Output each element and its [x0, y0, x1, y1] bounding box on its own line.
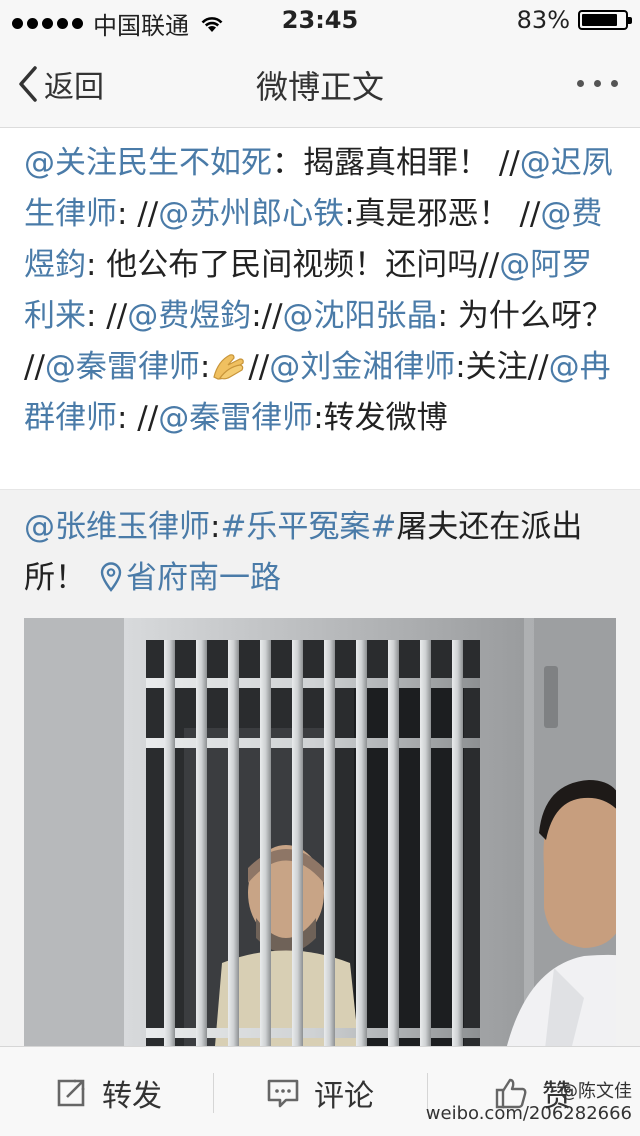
repost-text-segment: :	[199, 349, 211, 385]
mention-link[interactable]: @沈阳张晶	[283, 298, 438, 334]
photo-illustration	[24, 618, 616, 1046]
topic-hashtag[interactable]: #乐平冤案#	[220, 509, 396, 545]
repost-text-segment: //	[248, 349, 270, 385]
repost-text-segment: : //	[117, 196, 159, 232]
location-link[interactable]: 省府南一路	[126, 560, 281, 596]
mention-link[interactable]: @秦雷律师	[158, 400, 313, 436]
watermark-url: weibo.com/206282666	[425, 1103, 632, 1124]
repost-text-segment: ://	[251, 298, 283, 334]
status-bar-right: 83%	[516, 6, 632, 34]
repost-label: 转发	[102, 1079, 162, 1114]
watermark-handle: @陈文佳	[560, 1081, 632, 1102]
repost-text-segment: : //	[117, 400, 159, 436]
comment-button[interactable]: 评论	[266, 1071, 374, 1115]
repost-button[interactable]: 转发	[54, 1071, 162, 1115]
location-pin-icon	[100, 562, 122, 592]
status-bar: 中国联通 23:45 83%	[0, 0, 640, 40]
mention-link[interactable]: @关注民生不如死	[24, 145, 272, 181]
author-mention[interactable]: @张维玉律师	[24, 509, 210, 545]
repost-text-segment: ：揭露真相罪！ //	[272, 145, 520, 181]
repost-text: @关注民生不如死：揭露真相罪！ //@迟夙生律师: //@苏州郎心铁:真是邪恶！…	[24, 138, 620, 444]
repost-body: @关注民生不如死：揭露真相罪！ //@迟夙生律师: //@苏州郎心铁:真是邪恶！…	[0, 128, 640, 490]
repost-text-segment: : //	[86, 298, 128, 334]
mention-link[interactable]: @刘金湘律师	[269, 349, 455, 385]
nav-bar: 返回 微博正文	[0, 40, 640, 128]
comment-label: 评论	[314, 1079, 374, 1114]
watermark: @陈文佳 weibo.com/206282666	[426, 1081, 632, 1125]
more-icon[interactable]	[577, 80, 618, 87]
comment-icon	[267, 1079, 299, 1108]
original-post[interactable]: @张维玉律师:#乐平冤案#屠夫还在派出所！ 省府南一路	[0, 490, 640, 1046]
repost-text-segment: :转发微博	[313, 400, 448, 436]
repost-icon	[57, 1079, 85, 1107]
mention-link[interactable]: @苏州郎心铁	[158, 196, 344, 232]
original-post-text: @张维玉律师:#乐平冤案#屠夫还在派出所！ 省府南一路	[24, 502, 620, 604]
repost-text-segment: : 他公布了民间视频！还问吗//	[86, 247, 500, 283]
page-title: 微博正文	[255, 68, 384, 106]
repost-text-segment: :关注//	[455, 349, 549, 385]
praying-hands-icon	[213, 354, 245, 380]
repost-text-segment: :真是邪恶！ //	[344, 196, 541, 232]
bottom-toolbar: 转发 评论 赞 @陈文佳 weibo.com/206282666	[0, 1046, 640, 1136]
toolbar-divider	[213, 1073, 214, 1113]
separator: :	[210, 509, 221, 545]
mention-link[interactable]: @费煜鈞	[127, 298, 251, 334]
battery-icon	[578, 10, 632, 30]
mention-link[interactable]: @秦雷律师	[45, 349, 200, 385]
battery-percent: 83%	[516, 6, 570, 34]
post-photo[interactable]	[24, 618, 616, 1046]
